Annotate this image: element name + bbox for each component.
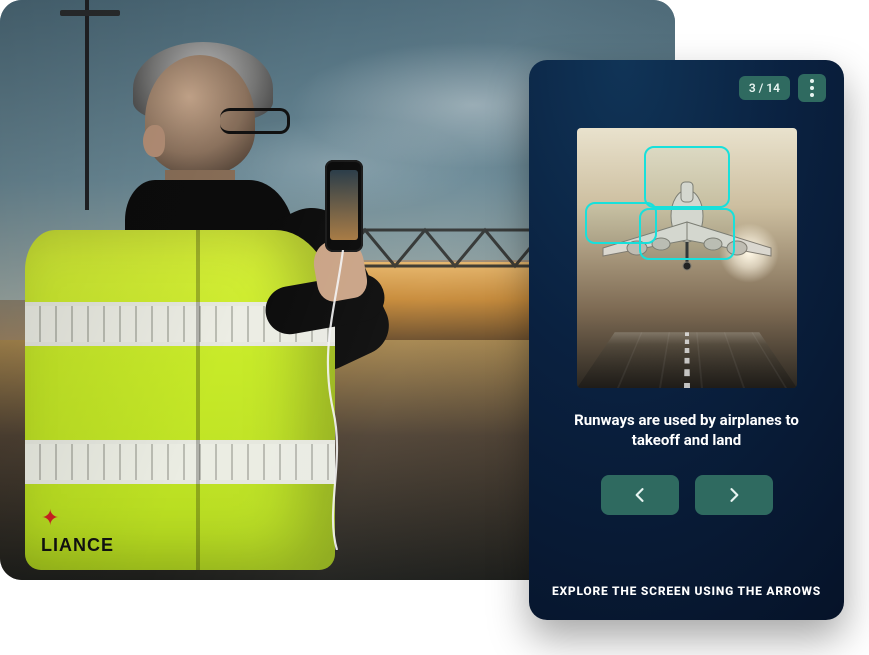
hair (133, 42, 273, 122)
runway (577, 332, 797, 388)
lesson-image[interactable] (577, 128, 797, 388)
hi-vis-vest: ✦ LIANCE (25, 230, 335, 570)
chevron-left-icon (630, 485, 650, 505)
stage: ✦ LIANCE 3 / 14 (0, 0, 869, 655)
highlight-box-fuselage[interactable] (644, 146, 730, 208)
sleeve (245, 195, 399, 380)
chevron-right-icon (724, 485, 744, 505)
smartphone-in-hand (325, 160, 363, 252)
glasses-icon (220, 108, 290, 134)
ear (143, 125, 165, 157)
dot-icon (810, 79, 814, 83)
hand (310, 236, 370, 304)
vest-seam (196, 230, 200, 570)
airport-worker: ✦ LIANCE (15, 30, 355, 570)
dot-icon (810, 93, 814, 97)
lesson-caption: Runways are used by airplanes to takeoff… (562, 410, 812, 451)
panel-header: 3 / 14 (739, 74, 826, 102)
jacket-collar (125, 180, 295, 300)
reflective-stripe (25, 440, 335, 484)
light-pole (85, 0, 89, 210)
lesson-panel: 3 / 14 (529, 60, 844, 620)
reflective-stripe (25, 302, 335, 346)
kebab-menu-button[interactable] (798, 74, 826, 102)
forearm (262, 270, 389, 338)
head (145, 55, 255, 175)
light-pole-head (60, 10, 120, 16)
dot-icon (810, 86, 814, 90)
page-indicator[interactable]: 3 / 14 (739, 76, 790, 100)
prev-button[interactable] (601, 475, 679, 515)
maple-leaf-icon: ✦ (41, 508, 59, 530)
runway-centerline (684, 332, 690, 388)
highlight-box-landing-gear[interactable] (639, 208, 735, 260)
hint-text: EXPLORE THE SCREEN USING THE ARROWS (552, 584, 821, 598)
next-button[interactable] (695, 475, 773, 515)
neck (165, 170, 235, 210)
vest-text: LIANCE (41, 535, 114, 556)
nav-row (601, 475, 773, 515)
earphone-wire (315, 250, 435, 550)
